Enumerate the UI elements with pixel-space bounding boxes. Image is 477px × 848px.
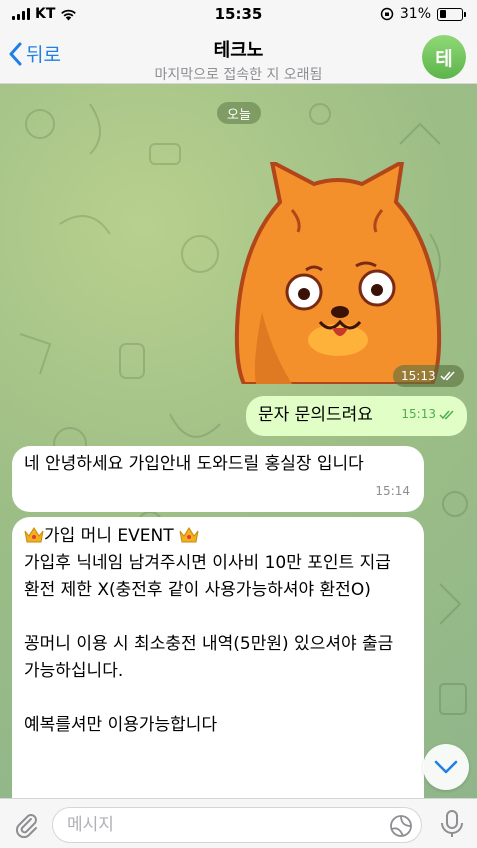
message-time: 15:14: [375, 484, 410, 498]
orientation-lock-icon: [380, 7, 394, 21]
scroll-down-button[interactable]: [423, 744, 469, 790]
message-bubble-outgoing[interactable]: 문자 문의드려요 15:13: [246, 396, 467, 436]
microphone-icon[interactable]: [439, 809, 465, 839]
chat-area[interactable]: 오늘 15:13 문자 문의드려요 15:13 네 안녕하세요 가입안내 도와드…: [0, 84, 477, 798]
chevron-down-icon: [434, 760, 458, 774]
paperclip-icon[interactable]: [12, 811, 40, 839]
input-bar: [0, 798, 477, 848]
event-title: 가입 머니 EVENT: [44, 526, 174, 546]
battery-icon: [437, 7, 466, 21]
message-input[interactable]: [53, 808, 373, 842]
message-line: 가입후 닉네임 남겨주시면 이사비 10만 포인트 지급: [24, 553, 391, 573]
message-line: 환전 제한 X(충전후 같이 사용가능하셔야 환전O): [24, 580, 371, 600]
cat-sticker[interactable]: [232, 162, 444, 384]
sticker-time: 15:13: [401, 369, 436, 383]
double-check-icon: [439, 409, 454, 419]
date-pill: 오늘: [217, 102, 261, 124]
chat-title: 테크노: [213, 40, 264, 61]
chat-header: 뒤로 테크노 마지막으로 접속한 지 오래됨 테: [0, 30, 477, 84]
message-text: 문자 문의드려요: [258, 405, 373, 425]
battery-fill: [439, 10, 446, 18]
message-bubble-incoming-event[interactable]: 가입 머니 EVENT 가입후 닉네임 남겨주시면 이사비 10만 포인트 지급…: [12, 517, 424, 798]
crown-emoji-icon: [24, 527, 44, 543]
avatar[interactable]: 테: [422, 35, 466, 79]
chat-subtitle: 마지막으로 접속한 지 오래됨: [154, 67, 323, 83]
avatar-letter: 테: [435, 47, 453, 70]
status-right: 31%: [380, 6, 466, 22]
message-line: 꽁머니 이용 시 최소충전 내역(5만원) 있으셔야 출금 가능하십니다.: [24, 634, 399, 681]
message-time: 15:13: [401, 407, 436, 421]
sticker-icon[interactable]: [389, 814, 413, 838]
message-bubble-incoming[interactable]: 네 안녕하세요 가입안내 도와드릴 홍실장 입니다 15:14: [12, 446, 424, 512]
crown-emoji-icon: [179, 527, 199, 543]
message-meta: 15:13: [401, 401, 455, 428]
message-text: 네 안녕하세요 가입안내 도와드릴 홍실장 입니다: [24, 454, 364, 474]
sticker-time-badge: 15:13: [393, 365, 464, 387]
message-line: 예복를셔만 이용가능합니다: [24, 715, 218, 735]
double-check-icon: [440, 371, 455, 381]
battery-percent: 31%: [399, 6, 431, 22]
chat-title-block[interactable]: 테크노 마지막으로 접속한 지 오래됨: [0, 36, 477, 84]
message-field[interactable]: [52, 807, 422, 843]
status-bar: KT 15:35 31%: [0, 0, 477, 30]
message-line: 가입 머니 EVENT: [24, 523, 412, 550]
